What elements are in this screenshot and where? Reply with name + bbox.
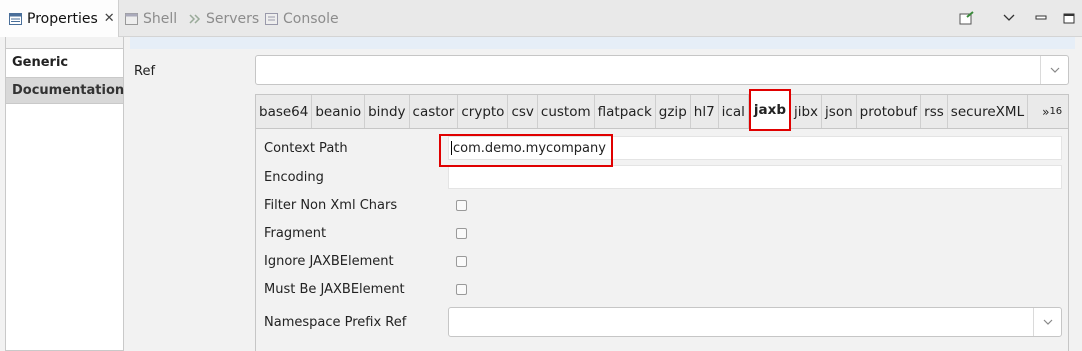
tab-beanio[interactable]: beanio (312, 95, 366, 128)
close-tab-icon[interactable]: ✕ (104, 11, 115, 26)
tab-label: rss (924, 103, 944, 120)
tab-bindy[interactable]: bindy (365, 95, 410, 128)
section-documentation-label: Documentation (12, 83, 125, 98)
tab-jibx[interactable]: jibx (791, 95, 823, 128)
tab-label: jibx (793, 103, 819, 120)
more-tabs-count: 16 (1049, 106, 1063, 117)
tab-label: crypto (461, 103, 505, 120)
shell-icon (124, 12, 138, 25)
fragment-label: Fragment (264, 226, 327, 241)
tab-label: protobuf (859, 103, 918, 120)
tab-label: custom (540, 103, 591, 120)
section-generic[interactable]: Generic (6, 49, 123, 76)
ref-combo[interactable] (255, 55, 1069, 85)
tab-jaxb[interactable]: jaxb (748, 89, 791, 131)
tab-flatpack[interactable]: flatpack (595, 95, 656, 128)
tab-label: base64 (259, 103, 309, 120)
tab-console[interactable]: Console (264, 0, 339, 37)
properties-icon (8, 12, 22, 25)
tab-ical[interactable]: ical (719, 95, 749, 128)
tab-label: jaxb (753, 102, 786, 118)
tab-base64[interactable]: base64 (256, 95, 313, 128)
tab-securexml[interactable]: secureXML (948, 95, 1029, 128)
tab-servers[interactable]: Servers (187, 0, 259, 37)
tab-csv[interactable]: csv (508, 95, 538, 128)
minimize-icon[interactable] (1032, 9, 1050, 27)
ref-label: Ref (134, 64, 156, 79)
context-path-label: Context Path (264, 141, 348, 156)
fragment-checkbox[interactable] (456, 228, 467, 239)
tab-castor[interactable]: castor (410, 95, 459, 128)
section-documentation[interactable]: Documentation (6, 77, 125, 104)
tab-label: bindy (368, 103, 406, 120)
filter-non-xml-chars-checkbox[interactable] (456, 200, 467, 211)
tab-label: ical (721, 103, 745, 120)
tab-shell-label: Shell (143, 10, 178, 27)
must-be-jaxbelement-checkbox[interactable] (456, 284, 467, 295)
context-path-field[interactable]: com.demo.mycompany (448, 136, 1062, 160)
properties-content: Generic Documentation Ref base64 beanio … (0, 37, 1082, 351)
tab-console-label: Console (283, 10, 339, 27)
namespace-prefix-ref-combo[interactable] (448, 307, 1062, 337)
encoding-label: Encoding (264, 170, 324, 185)
more-tabs-icon: » (1042, 104, 1050, 119)
pin-view-icon[interactable] (958, 9, 976, 27)
tab-servers-label: Servers (206, 10, 260, 27)
chevron-down-icon[interactable] (1033, 308, 1061, 336)
more-tabs-button[interactable]: » 16 (1028, 95, 1065, 128)
must-be-jaxbelement-label: Must Be JAXBElement (264, 282, 405, 297)
section-nav-top (5, 37, 124, 49)
filter-non-xml-chars-label: Filter Non Xml Chars (264, 198, 398, 213)
view-tab-bar: Properties ✕ Shell Servers Console (0, 0, 1082, 37)
tab-rss[interactable]: rss (921, 95, 948, 128)
namespace-prefix-ref-label: Namespace Prefix Ref (264, 315, 407, 330)
view-menu-icon[interactable] (1000, 9, 1018, 27)
tab-hl7[interactable]: hl7 (691, 95, 719, 128)
ignore-jaxbelement-checkbox[interactable] (456, 256, 467, 267)
tab-label: secureXML (950, 103, 1025, 120)
tab-label: gzip (658, 103, 687, 120)
text-caret (451, 141, 452, 155)
section-nav: Generic Documentation (5, 37, 124, 351)
tab-crypto[interactable]: crypto (458, 95, 509, 128)
tab-gzip[interactable]: gzip (656, 95, 691, 128)
ignore-jaxbelement-label: Ignore JAXBElement (264, 254, 394, 269)
tab-properties[interactable]: Properties ✕ (0, 0, 119, 37)
jaxb-form: Context Path com.demo.mycompany Encoding… (255, 129, 1069, 351)
context-path-value: com.demo.mycompany (453, 140, 606, 156)
tab-custom[interactable]: custom (538, 95, 595, 128)
console-icon (264, 12, 278, 25)
tab-properties-label: Properties (27, 10, 98, 27)
tab-label: flatpack (597, 103, 652, 120)
section-header-strip (130, 37, 1075, 49)
tab-json[interactable]: json (822, 95, 857, 128)
tab-protobuf[interactable]: protobuf (857, 95, 922, 128)
tab-label: beanio (315, 103, 362, 120)
tab-label: castor (412, 103, 455, 120)
encoding-field[interactable] (448, 165, 1062, 189)
chevron-down-icon[interactable] (1040, 56, 1068, 84)
section-generic-label: Generic (12, 55, 69, 70)
tab-label: csv (511, 103, 534, 120)
tab-shell[interactable]: Shell (124, 0, 177, 37)
tab-label: json (825, 103, 853, 120)
data-format-tabs: base64 beanio bindy castor crypto csv cu… (255, 89, 1069, 131)
maximize-icon[interactable] (1060, 9, 1078, 27)
tab-label: hl7 (693, 103, 715, 120)
servers-icon (187, 12, 201, 25)
